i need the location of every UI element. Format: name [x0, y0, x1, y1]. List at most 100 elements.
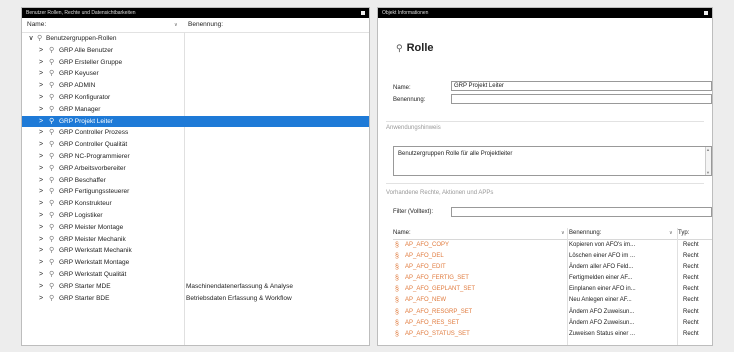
chevron-right-icon[interactable]: >: [38, 139, 44, 151]
rights-col-typ[interactable]: Typ:: [678, 228, 689, 239]
right-typ: Recht: [683, 264, 699, 271]
rights-row[interactable]: § AP_AFO_RESGRP_SET Ändern AFO Zuweisun...…: [393, 307, 712, 318]
chevron-right-icon[interactable]: >: [38, 281, 44, 293]
tree-root-label: Benutzergruppen-Rollen: [46, 35, 117, 42]
tree-item-label: GRP Starter MDE: [59, 282, 111, 290]
right-icon: §: [395, 308, 399, 316]
rights-row[interactable]: § AP_AFO_FERTIG_SET Fertigmelden einer AF.…: [393, 273, 712, 284]
group-icon: ⚲: [49, 200, 55, 208]
group-icon: ⚲: [49, 176, 55, 184]
sort-chevron-icon[interactable]: ∨: [174, 18, 178, 32]
anwendungshinweis-textarea[interactable]: Benutzergruppen Rolle für alle Projektle…: [393, 146, 712, 176]
rights-row[interactable]: § AP_AFO_EDIT Ändern aller AFO Feld... Rech…: [393, 262, 712, 273]
right-typ: Recht: [683, 286, 699, 293]
right-name: AP_AFO_RESGRP_SET: [405, 308, 473, 315]
group-icon: ⚲: [49, 211, 55, 219]
tree-item[interactable]: > ⚲ GRP Projekt Leiter: [22, 115, 369, 128]
chevron-right-icon[interactable]: >: [38, 234, 44, 246]
chevron-right-icon[interactable]: >: [38, 186, 44, 198]
tree-item[interactable]: > ⚲ GRP Controller Qualität: [22, 139, 369, 151]
tree-item[interactable]: > ⚲ GRP Werkstatt Mechanik: [22, 245, 369, 257]
chevron-right-icon[interactable]: >: [38, 92, 44, 104]
chevron-right-icon[interactable]: >: [38, 68, 44, 80]
anwendungshinweis-label: Anwendungshinweis: [386, 125, 441, 131]
right-desc: Ändern AFO Zuweisun...: [569, 308, 635, 315]
tree-item-label: GRP Manager: [59, 105, 101, 113]
tree-item[interactable]: > ⚲ GRP Meister Mechanik: [22, 234, 369, 246]
tree-item[interactable]: > ⚲ GRP Ersteller Gruppe: [22, 57, 369, 69]
column-header-benennung[interactable]: Benennung:: [188, 18, 223, 32]
object-info-title: Objekt Informationen: [382, 10, 429, 16]
tree-item[interactable]: > ⚲ GRP Werkstatt Qualität: [22, 269, 369, 281]
chevron-right-icon[interactable]: >: [38, 127, 44, 139]
right-name: AP_AFO_STATUS_SET: [405, 330, 470, 337]
sort-chevron-icon[interactable]: ∨: [669, 228, 673, 239]
tree-item[interactable]: > ⚲ GRP Meister Montage: [22, 222, 369, 234]
rights-row[interactable]: § AP_AFO_RES_SET Ändern AFO Zuweisun... Rec…: [393, 318, 712, 329]
pin-icon[interactable]: [361, 11, 365, 15]
tree-item[interactable]: > ⚲ GRP Starter BDE Betriebsdaten Erfassung…: [22, 293, 369, 305]
chevron-right-icon[interactable]: >: [38, 245, 44, 257]
chevron-right-icon[interactable]: >: [38, 57, 44, 69]
right-desc: Einplanen einer AFO in...: [569, 286, 636, 293]
group-icon: ⚲: [49, 70, 55, 78]
rights-col-benennung[interactable]: Benennung:: [569, 228, 601, 239]
tree-item-label: GRP Werkstatt Qualität: [59, 270, 127, 278]
tree-item-label: GRP Projekt Leiter: [59, 117, 114, 125]
group-icon: ⚲: [49, 164, 55, 172]
object-heading: ⚲ Rolle: [396, 42, 434, 54]
chevron-right-icon[interactable]: >: [38, 104, 44, 116]
tree-item[interactable]: > ⚲ GRP Werkstatt Montage: [22, 257, 369, 269]
tree-item[interactable]: > ⚲ GRP NC-Programmierer: [22, 151, 369, 163]
tree-item[interactable]: > ⚲ GRP ADMIN: [22, 80, 369, 92]
tree-item[interactable]: > ⚲ GRP Arbeitsvorbereiter: [22, 163, 369, 175]
name-field[interactable]: GRP Projekt Leiter: [451, 81, 712, 91]
tree-item-desc: Betriebsdaten Erfassung & Workflow: [186, 294, 292, 302]
chevron-right-icon[interactable]: >: [38, 293, 44, 305]
chevron-right-icon[interactable]: >: [38, 269, 44, 281]
rights-row[interactable]: § AP_AFO_GEPLANT_SET Einplanen einer AFO i…: [393, 284, 712, 295]
tree-item[interactable]: > ⚲ GRP Starter MDE Maschinendatenerfassung…: [22, 281, 369, 293]
rights-row[interactable]: § AP_AFO_DEL Löschen einer AFO im ... Recht: [393, 251, 712, 262]
rights-row[interactable]: § AP_AFO_NEW Neu Anlegen einer AF... Recht: [393, 295, 712, 306]
chevron-right-icon[interactable]: >: [38, 80, 44, 92]
tree-item[interactable]: > ⚲ GRP Controller Prozess: [22, 127, 369, 139]
group-icon: ⚲: [49, 93, 55, 101]
tree-item-label: GRP Alle Benutzer: [59, 46, 114, 54]
textarea-scrollbar[interactable]: [705, 147, 711, 175]
filter-input[interactable]: [451, 207, 712, 217]
column-header-name[interactable]: Name:: [27, 18, 46, 32]
tree-item[interactable]: > ⚲ GRP Fertigungssteuerer: [22, 186, 369, 198]
rights-col-name[interactable]: Name:: [393, 228, 411, 239]
group-icon: ⚲: [49, 294, 55, 302]
right-name: AP_AFO_DEL: [405, 253, 444, 260]
tree-item[interactable]: > ⚲ GRP Alle Benutzer: [22, 45, 369, 57]
chevron-right-icon[interactable]: >: [38, 210, 44, 222]
rights-row[interactable]: § AP_AFO_STATUS_SET Zuweisen Status einer …: [393, 329, 712, 340]
rights-row[interactable]: § AP_AFO_COPY Kopieren von AFO's im... Rech…: [393, 240, 712, 251]
tree-item[interactable]: > ⚲ GRP Konstrukteur: [22, 198, 369, 210]
right-icon: §: [395, 286, 399, 294]
chevron-right-icon[interactable]: >: [38, 198, 44, 210]
chevron-right-icon[interactable]: >: [38, 222, 44, 234]
chevron-right-icon[interactable]: >: [38, 151, 44, 163]
tree-item[interactable]: > ⚲ GRP Keyuser: [22, 68, 369, 80]
chevron-right-icon[interactable]: >: [38, 163, 44, 175]
chevron-down-icon[interactable]: ∨: [28, 33, 34, 45]
pin-icon[interactable]: [704, 11, 708, 15]
tree-item[interactable]: > ⚲ GRP Logistiker: [22, 210, 369, 222]
chevron-right-icon[interactable]: >: [38, 116, 44, 128]
chevron-right-icon[interactable]: >: [38, 257, 44, 269]
sort-chevron-icon[interactable]: ∨: [561, 228, 565, 239]
filter-label: Filter (Volltext):: [393, 209, 434, 215]
group-icon: ⚲: [49, 235, 55, 243]
chevron-right-icon[interactable]: >: [38, 45, 44, 57]
benennung-field[interactable]: [451, 94, 712, 104]
tree-item[interactable]: > ⚲ GRP Beschaffer: [22, 175, 369, 187]
tree-item-label: GRP Ersteller Gruppe: [59, 58, 123, 66]
chevron-right-icon[interactable]: >: [38, 175, 44, 187]
tree-item-label: GRP Keyuser: [59, 70, 99, 78]
tree-item[interactable]: > ⚲ GRP Manager: [22, 104, 369, 116]
tree-root[interactable]: ∨ ⚲ Benutzergruppen-Rollen: [22, 33, 369, 45]
tree-item[interactable]: > ⚲ GRP Konfigurator: [22, 92, 369, 104]
